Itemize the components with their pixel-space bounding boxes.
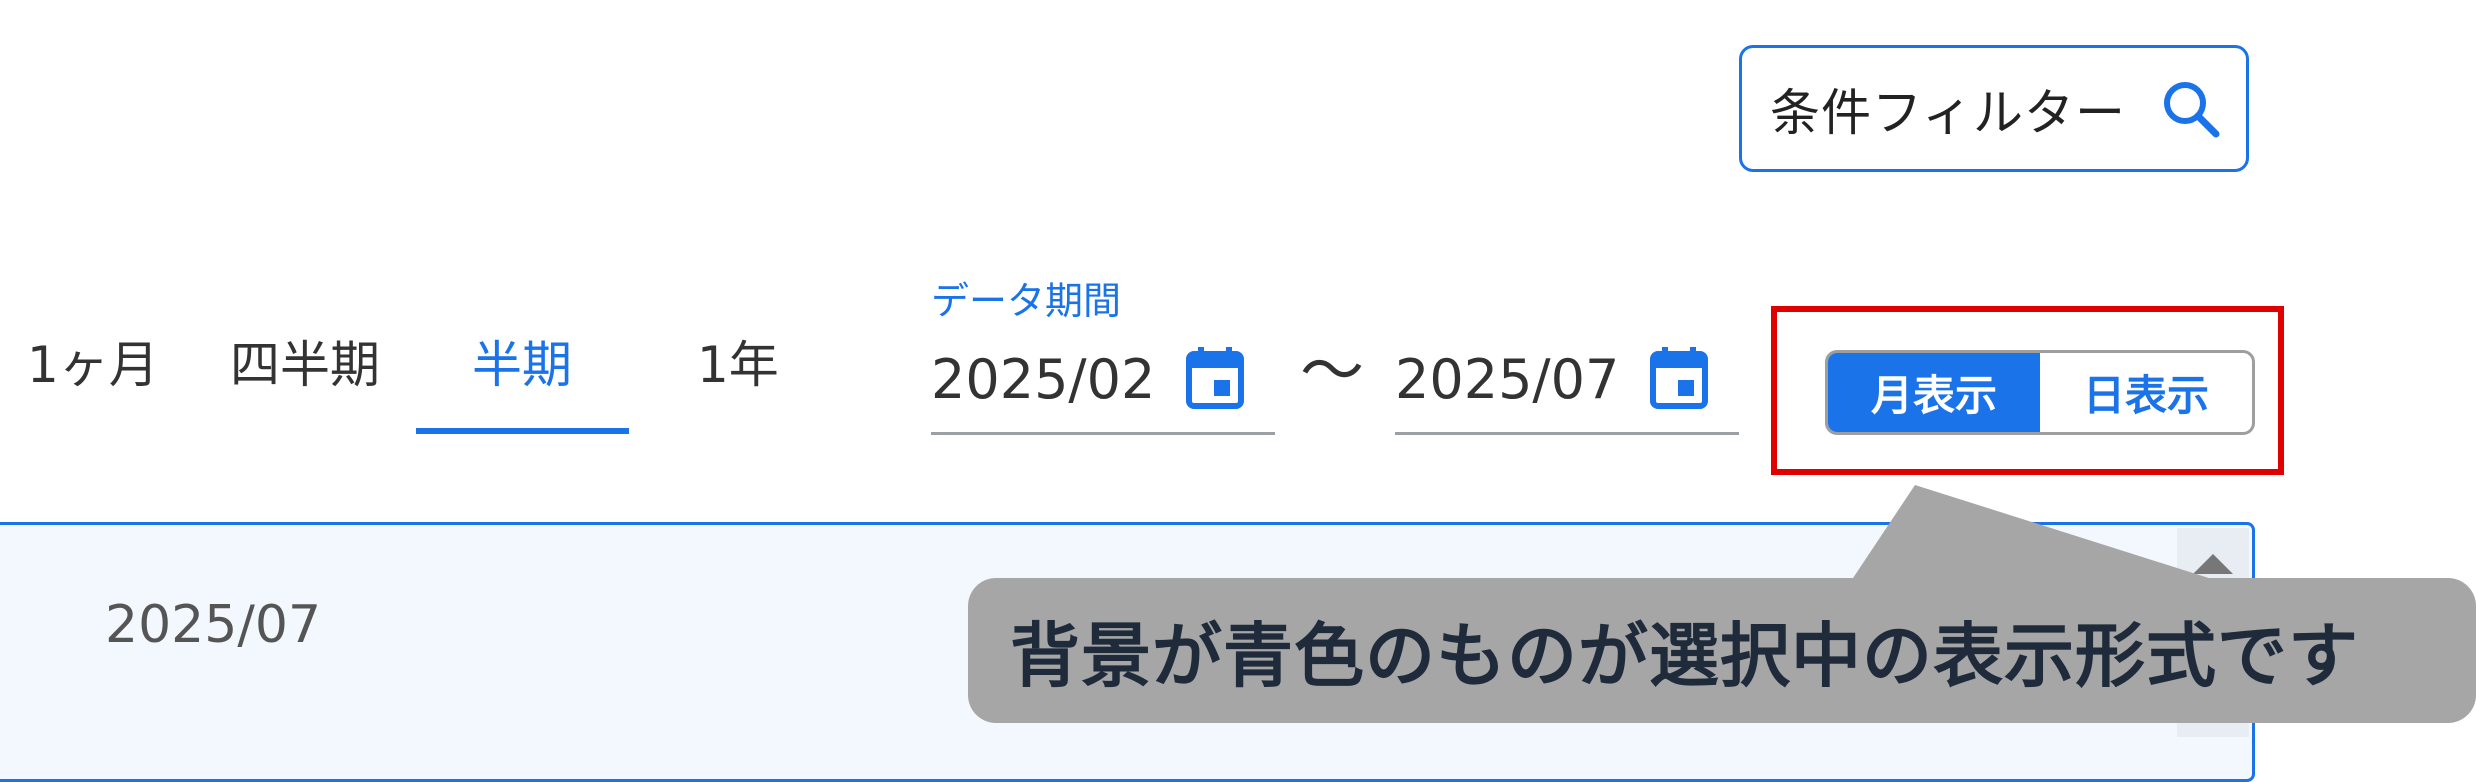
condition-filter-label: 条件フィルター: [1770, 83, 2126, 142]
tab-half-year[interactable]: 半期: [472, 325, 572, 397]
annotation-callout: 背景が青色のものが選択中の表示形式です: [968, 578, 2476, 723]
start-date-field[interactable]: 2025/02: [931, 345, 1275, 435]
tab-label: 1ヶ月: [27, 336, 159, 394]
end-date-field[interactable]: 2025/07: [1395, 345, 1739, 435]
search-icon: [2164, 82, 2220, 138]
daily-view-button[interactable]: 日表示: [2040, 353, 2252, 432]
active-tab-indicator: [416, 428, 629, 434]
toggle-label: 日表示: [2082, 371, 2209, 420]
start-date-value: 2025/02: [931, 348, 1156, 411]
panel-row-date: 2025/07: [105, 595, 322, 655]
tab-label: 1年: [697, 336, 779, 394]
calendar-icon[interactable]: [1184, 347, 1246, 411]
tab-label: 四半期: [230, 336, 380, 394]
tab-label: 半期: [472, 336, 572, 394]
tab-1-month[interactable]: 1ヶ月: [27, 325, 159, 397]
date-range-separator: 〜: [1300, 335, 1364, 409]
condition-filter-button[interactable]: 条件フィルター: [1739, 45, 2249, 172]
monthly-view-button[interactable]: 月表示: [1828, 353, 2040, 432]
calendar-icon[interactable]: [1648, 347, 1710, 411]
tab-quarter[interactable]: 四半期: [230, 325, 380, 397]
callout-text: 背景が青色のものが選択中の表示形式です: [1010, 615, 2359, 697]
toggle-label: 月表示: [1870, 371, 1997, 420]
view-mode-toggle: 月表示 日表示: [1825, 350, 2255, 435]
tab-1-year[interactable]: 1年: [697, 325, 779, 397]
data-period-label: データ期間: [931, 279, 1122, 323]
end-date-value: 2025/07: [1395, 348, 1620, 411]
